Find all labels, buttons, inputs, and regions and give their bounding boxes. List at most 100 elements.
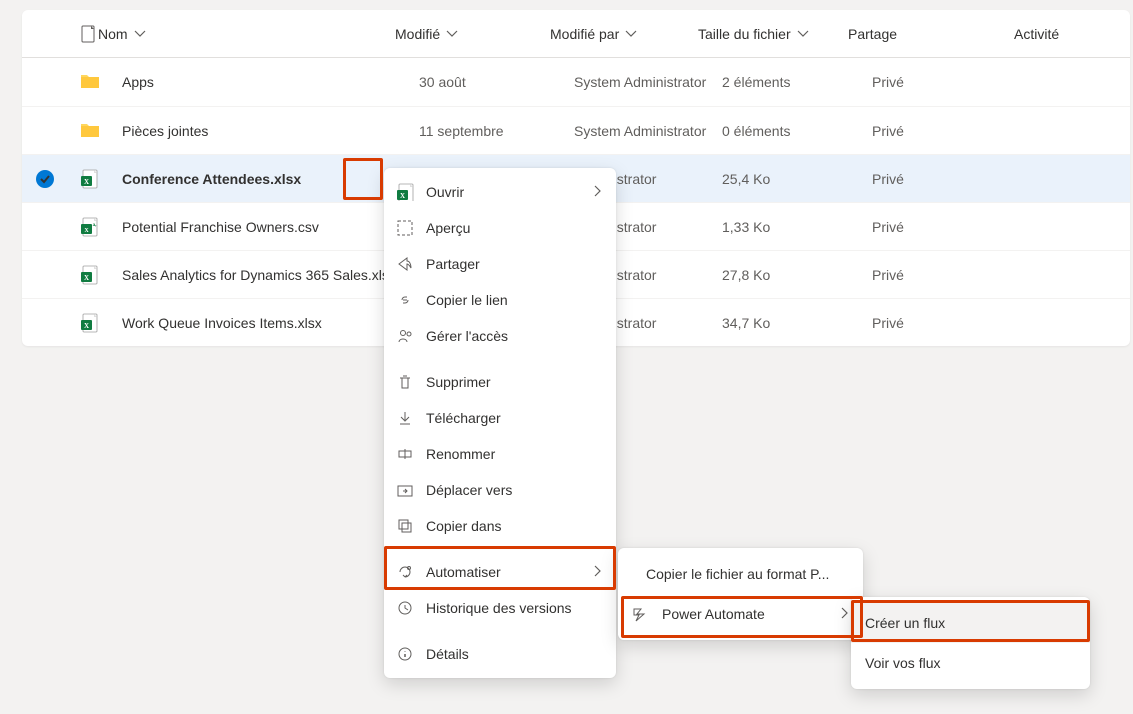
menu-open[interactable]: Ouvrir [384,174,616,210]
submenu-copy-pdf[interactable]: Copier le fichier au format P... [618,554,863,594]
row-name[interactable]: Potential Franchise Owners.csv [122,219,419,235]
row-sharing: Privé [872,74,1038,90]
submenu-powerautomate-label: Power Automate [662,606,765,622]
activity-column-label: Activité [1014,26,1059,42]
chevron-down-icon [446,28,458,40]
menu-version-history[interactable]: Historique des versions [384,590,616,626]
folder-icon [80,121,122,141]
csv-icon [80,217,122,237]
share-icon [396,256,414,272]
row-sharing: Privé [872,123,1038,139]
chevron-down-icon [797,28,809,40]
row-sharing: Privé [872,267,1038,283]
activity-column-header[interactable]: Activité [1014,26,1094,42]
modifiedby-column-header[interactable]: Modifié par [550,26,698,42]
rename-icon [396,446,414,462]
row-sharing: Privé [872,171,1038,187]
row-select-checkbox[interactable] [36,218,54,236]
excel-icon [396,183,414,201]
menu-move-to[interactable]: Déplacer vers [384,472,616,508]
row-name[interactable]: Apps [122,74,419,90]
powerautomate-icon [632,606,650,622]
menu-delete[interactable]: Supprimer [384,364,616,400]
row-select-checkbox[interactable] [36,73,54,91]
menu-download-label: Télécharger [426,410,501,426]
download-icon [396,410,414,426]
row-size: 27,8 Ko [722,267,872,283]
trash-icon [396,374,414,390]
row-name[interactable]: Pièces jointes [122,123,419,139]
row-size: 2 éléments [722,74,872,90]
sharing-column-header[interactable]: Partage [848,26,1014,42]
submenu-create-flow[interactable]: Créer un flux [851,603,1090,643]
submenu-copypdf-label: Copier le fichier au format P... [646,566,829,582]
row-size: 1,33 Ko [722,219,872,235]
menu-copylink-label: Copier le lien [426,292,508,308]
menu-download[interactable]: Télécharger [384,400,616,436]
check-icon [39,173,51,185]
menu-moveto-label: Déplacer vers [426,482,512,498]
table-row[interactable]: Apps30 aoûtSystem Administrator2 élément… [22,58,1130,106]
menu-manageaccess-label: Gérer l'accès [426,328,508,344]
row-size: 25,4 Ko [722,171,872,187]
submenu-createflow-label: Créer un flux [865,615,945,631]
menu-open-label: Ouvrir [426,184,464,200]
context-menu: Ouvrir Aperçu Partager Copier le lien Gé… [384,168,616,678]
menu-details-label: Détails [426,646,469,662]
menu-rename-label: Renommer [426,446,495,462]
menu-share[interactable]: Partager [384,246,616,282]
chevron-right-icon [839,606,851,622]
chevron-right-icon [592,184,604,200]
table-row[interactable]: Pièces jointes11 septembreSystem Adminis… [22,106,1130,154]
row-select-checkbox[interactable] [36,314,54,332]
menu-automate[interactable]: Automatiser [384,554,616,590]
menu-preview[interactable]: Aperçu [384,210,616,246]
submenu-power-automate[interactable]: Power Automate [618,594,863,634]
name-column-label: Nom [98,26,128,42]
menu-delete-label: Supprimer [426,374,491,390]
file-type-column-header[interactable] [80,25,98,43]
row-name[interactable]: Conference Attendees.xlsx [122,171,419,187]
menu-copy-link[interactable]: Copier le lien [384,282,616,318]
copyto-icon [396,518,414,534]
automate-icon [396,564,414,580]
submenu-see-flows[interactable]: Voir vos flux [851,643,1090,683]
menu-automate-label: Automatiser [426,564,501,580]
row-sharing: Privé [872,315,1038,331]
name-column-header[interactable]: Nom [98,26,395,42]
menu-copy-to[interactable]: Copier dans [384,508,616,544]
automate-submenu: Copier le fichier au format P... Power A… [618,548,863,640]
people-icon [396,328,414,344]
modified-column-label: Modifié [395,26,440,42]
size-column-label: Taille du fichier [698,26,791,42]
menu-copyto-label: Copier dans [426,518,502,534]
document-icon [80,25,96,43]
modified-column-header[interactable]: Modifié [395,26,550,42]
menu-manage-access[interactable]: Gérer l'accès [384,318,616,354]
row-size: 0 éléments [722,123,872,139]
row-select-checkbox[interactable] [36,170,54,188]
preview-icon [396,220,414,236]
row-name[interactable]: Work Queue Invoices Items.xlsx [122,315,419,331]
row-select-checkbox[interactable] [36,266,54,284]
moveto-icon [396,482,414,498]
menu-details[interactable]: Détails [384,636,616,672]
chevron-right-icon [592,564,604,580]
row-modified: 30 août [419,74,574,90]
menu-versionhistory-label: Historique des versions [426,600,572,616]
chevron-down-icon [134,28,146,40]
link-icon [396,292,414,308]
row-name[interactable]: Sales Analytics for Dynamics 365 Sales.x… [122,267,419,283]
chevron-down-icon [625,28,637,40]
row-select-checkbox[interactable] [36,122,54,140]
menu-rename[interactable]: Renommer [384,436,616,472]
powerautomate-submenu: Créer un flux Voir vos flux [851,597,1090,689]
row-sharing: Privé [872,219,1038,235]
submenu-seeflows-label: Voir vos flux [865,655,940,671]
sharing-column-label: Partage [848,26,897,42]
history-icon [396,600,414,616]
row-size: 34,7 Ko [722,315,872,331]
details-icon [396,646,414,662]
size-column-header[interactable]: Taille du fichier [698,26,848,42]
xlsx-icon [80,265,122,285]
